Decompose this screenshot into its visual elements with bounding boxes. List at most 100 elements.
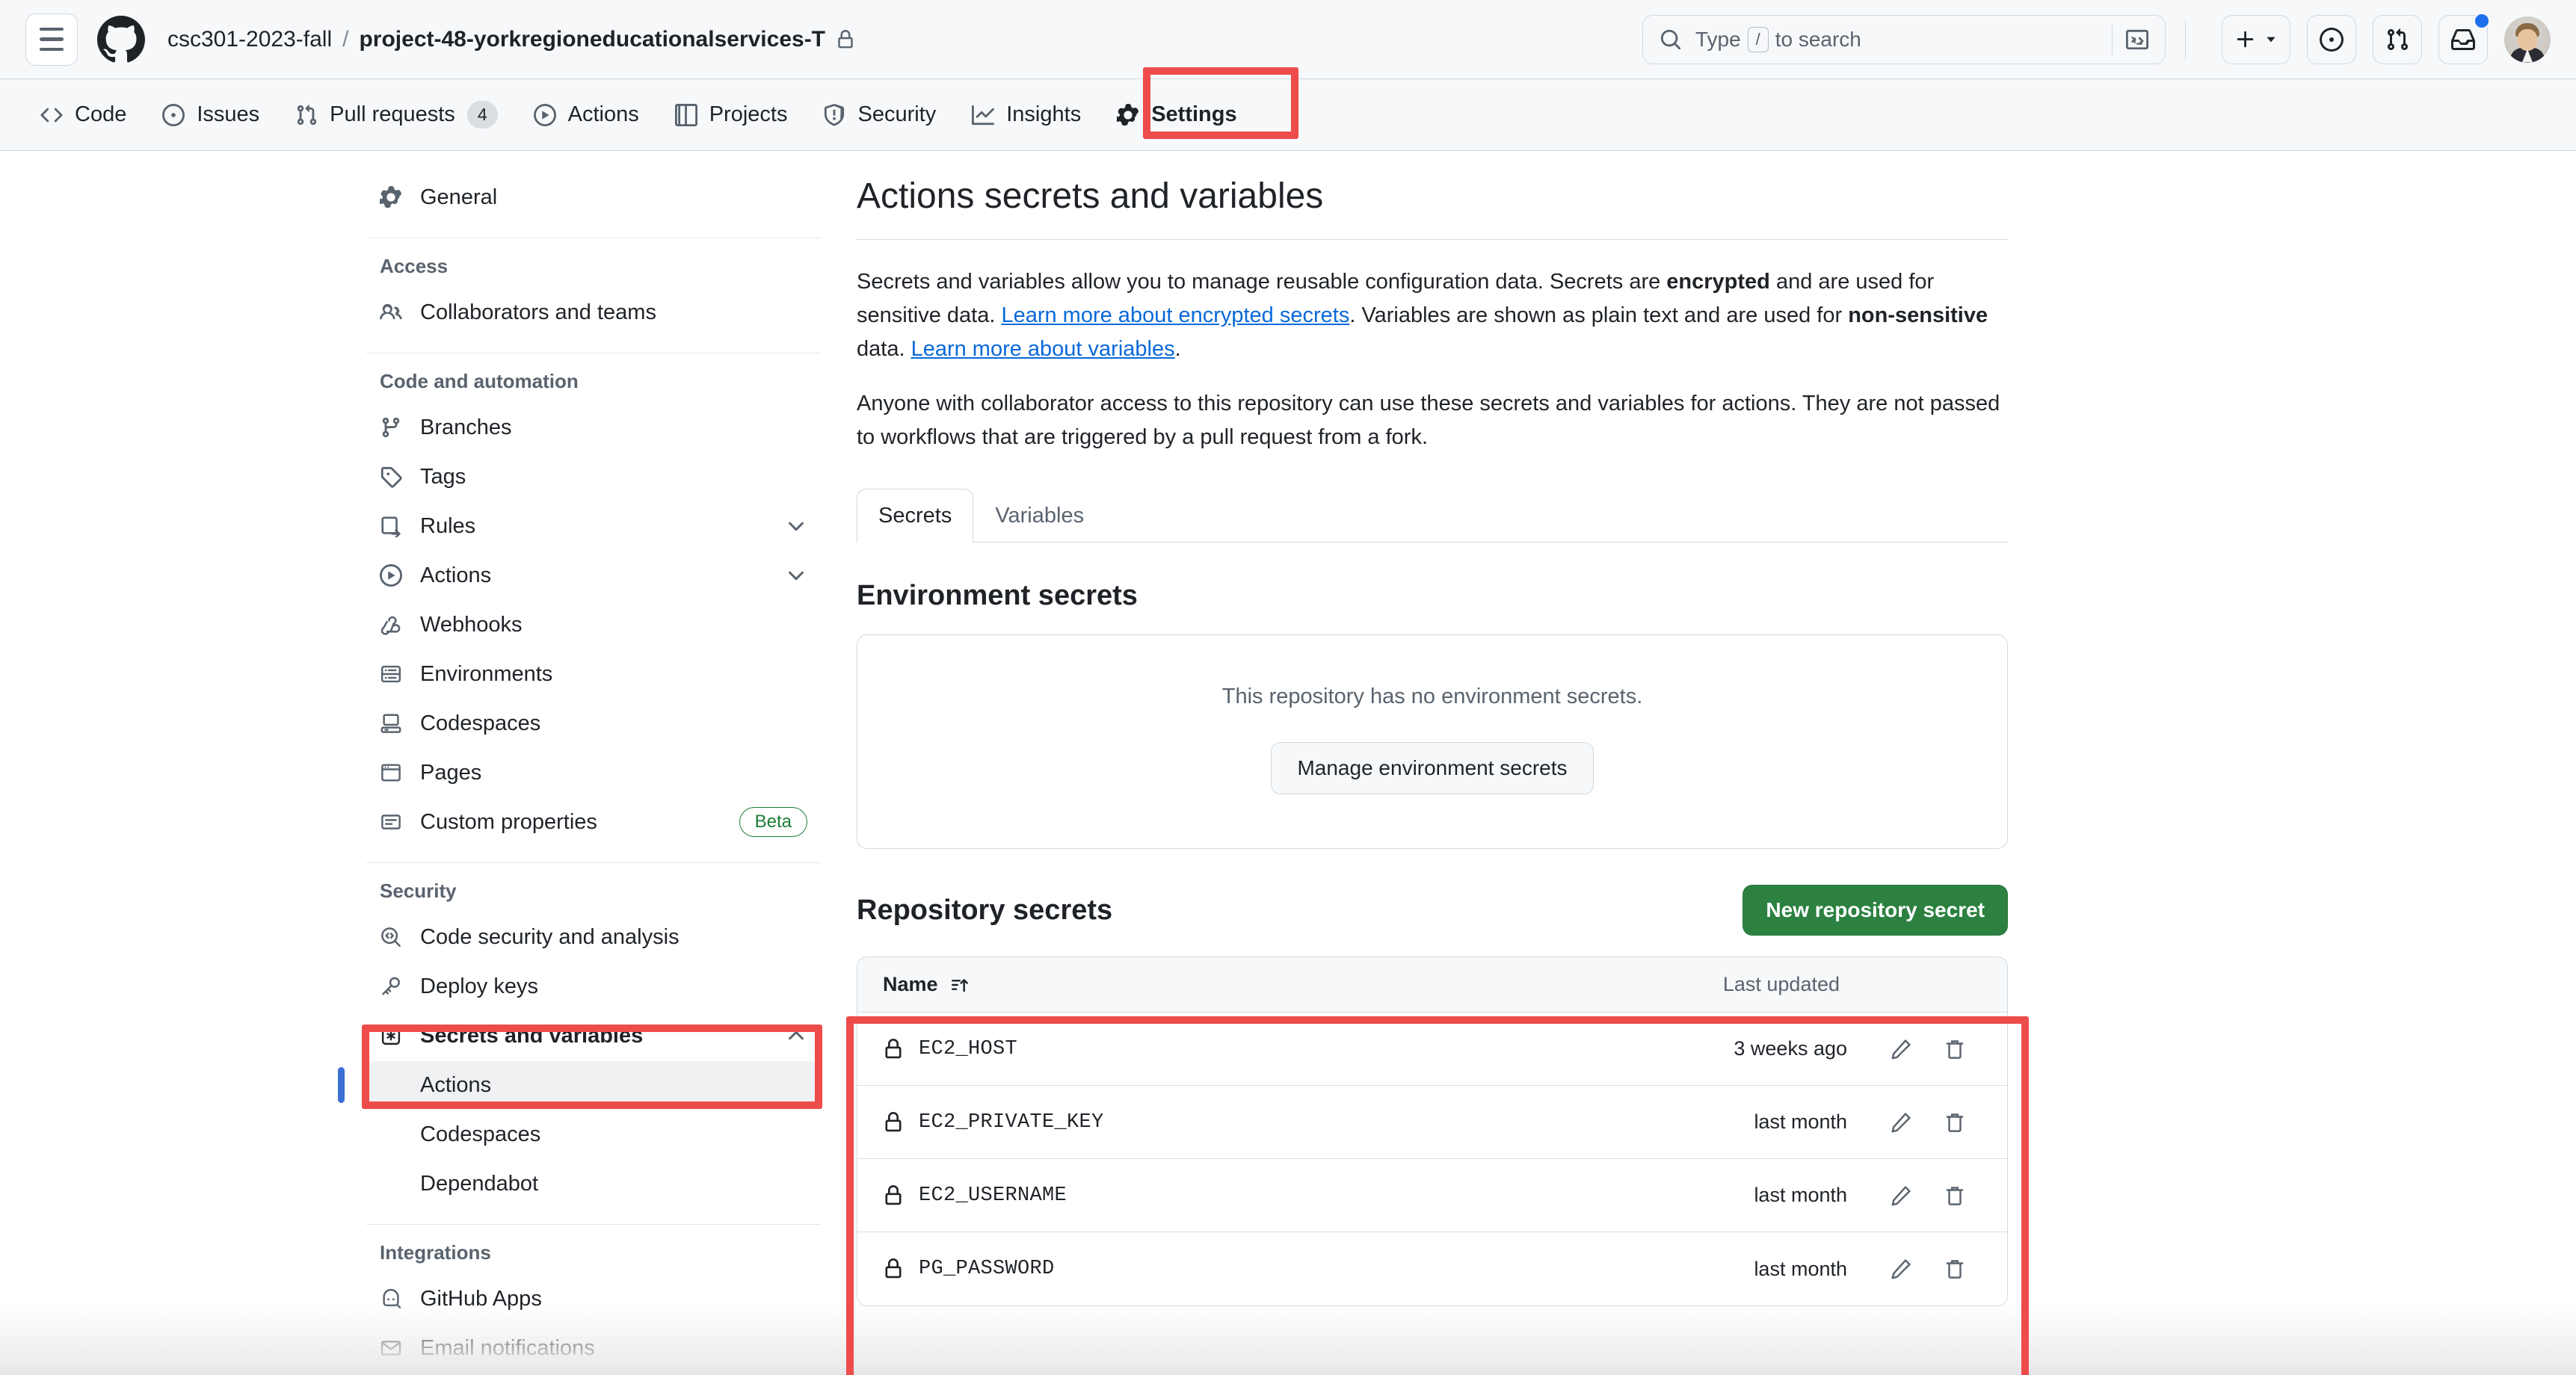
environment-secrets-empty-state: This repository has no environment secre… [857,634,2008,850]
sidebar-item-general[interactable]: General [366,173,821,221]
sort-ascending-icon[interactable] [950,975,970,995]
sidebar-item-codespaces[interactable]: Codespaces [366,699,821,747]
tab-projects[interactable]: Projects [657,89,806,141]
chevron-up-icon[interactable] [785,1025,807,1047]
sidebar-item-actions-label: Actions [420,563,492,587]
git-pull-request-icon [297,104,317,125]
sidebar-item-secrets-and-variables[interactable]: Secrets and variables [366,1012,821,1060]
tab-actions[interactable]: Actions [516,89,657,141]
new-repository-secret-button[interactable]: New repository secret [1743,885,2008,936]
sidebar-item-code-security-and-analysis[interactable]: Code security and analysis [366,913,821,961]
column-header-last-updated: Last updated [1722,973,1840,996]
breadcrumb-owner[interactable]: csc301-2023-fall [167,27,332,52]
notification-indicator-dot [2474,12,2490,29]
tab-variables[interactable]: Variables [973,489,1106,543]
chevron-down-icon[interactable] [785,564,807,587]
settings-sidebar: General Access Collaborators and teams C… [338,173,821,1374]
search-icon [1660,28,1682,51]
breadcrumb-repo[interactable]: project-48-yorkregioneducationalservices… [359,27,825,52]
sidebar-item-pages[interactable]: Pages [366,749,821,797]
intro-text-4: data. [857,337,911,362]
sidebar-item-webhooks-label: Webhooks [420,612,523,637]
trash-icon[interactable] [1928,1111,1982,1134]
play-icon [533,103,556,126]
table-row: EC2_PRIVATE_KEY last month [857,1086,2007,1160]
tab-pull-requests[interactable]: Pull requests 4 [277,89,515,141]
column-header-name-label: Name [883,973,938,996]
tab-settings[interactable]: Settings [1099,89,1254,141]
sidebar-subitem-codespaces[interactable]: Codespaces [366,1110,821,1158]
search-input[interactable]: Type / to search [1642,14,2166,64]
column-header-name[interactable]: Name [883,973,970,996]
tab-security-label: Security [857,102,937,126]
rules-icon [380,515,411,537]
manage-environment-secrets-button[interactable]: Manage environment secrets [1271,742,1594,795]
tab-issues-label: Issues [197,102,260,126]
pencil-icon[interactable] [1874,1111,1928,1134]
tab-insights[interactable]: Insights [954,89,1099,141]
trash-icon[interactable] [1928,1184,1982,1207]
repository-secrets-table: Name Last updated EC2_HOST 3 weeks ago E… [857,957,2008,1307]
pencil-icon[interactable] [1874,1258,1928,1280]
shield-icon [825,103,845,126]
create-new-button[interactable] [2222,14,2290,64]
tab-code[interactable]: Code [22,89,144,141]
sidebar-item-branches[interactable]: Branches [366,404,821,451]
notifications-inbox-button[interactable] [2438,12,2490,64]
git-branch-icon [380,416,411,439]
sidebar-item-codespaces-label: Codespaces [420,711,541,735]
search-placeholder-prefix: Type [1695,27,1741,51]
intro-text-1: Secrets and variables allow you to manag… [857,270,1667,294]
github-logo-icon[interactable] [97,15,145,64]
sidebar-item-tags[interactable]: Tags [366,453,821,501]
link-learn-more-variables[interactable]: Learn more about variables [911,337,1175,361]
sidebar-item-collaborators-and-teams[interactable]: Collaborators and teams [366,288,821,336]
sidebar-item-actions[interactable]: Actions [366,551,821,599]
issues-button[interactable] [2307,14,2356,64]
lock-icon [883,1258,904,1279]
sidebar-heading-code-and-automation: Code and automation [380,370,579,392]
sidebar-divider [366,862,821,863]
secret-name: EC2_HOST [919,1037,1018,1060]
sidebar-item-github-apps[interactable]: GitHub Apps [366,1275,821,1323]
sidebar-item-custom-properties-label: Custom properties [420,809,597,834]
repository-secrets-header: Repository secrets New repository secret [857,885,2008,936]
page-content: General Access Collaborators and teams C… [0,151,2576,1375]
sidebar-item-general-label: General [420,185,498,209]
gear-icon [1117,103,1139,126]
pull-requests-button[interactable] [2373,14,2422,64]
menu-icon[interactable] [25,13,78,66]
trash-icon[interactable] [1928,1038,1982,1060]
search-slash-key: / [1747,26,1769,52]
pencil-icon[interactable] [1874,1038,1928,1060]
avatar[interactable] [2504,16,2551,63]
command-palette-icon[interactable] [2112,24,2148,55]
tab-security[interactable]: Security [805,89,954,141]
sidebar-item-rules[interactable]: Rules [366,502,821,550]
sidebar-subitem-actions[interactable]: Actions [338,1061,821,1109]
sidebar-item-collaborators-label: Collaborators and teams [420,300,656,324]
repository-secrets-title: Repository secrets [857,894,1113,926]
sidebar-subitem-dependabot[interactable]: Dependabot [366,1160,821,1208]
chevron-down-icon[interactable] [785,515,807,537]
tab-issues[interactable]: Issues [144,89,277,141]
secret-name: PG_PASSWORD [919,1258,1055,1281]
intro-bold-encrypted: encrypted [1666,270,1770,294]
sidebar-item-custom-properties[interactable]: Custom properties Beta [366,798,821,846]
sidebar-item-rules-label: Rules [420,513,476,538]
pencil-icon[interactable] [1874,1184,1928,1207]
secret-last-updated: last month [1754,1184,1847,1207]
trash-icon[interactable] [1928,1258,1982,1280]
link-learn-more-encrypted-secrets[interactable]: Learn more about encrypted secrets [1001,303,1349,327]
sidebar-item-deploy-keys[interactable]: Deploy keys [366,962,821,1010]
sidebar-item-email-notifications[interactable]: Email notifications [366,1324,821,1372]
intro-text-3: . Variables are shown as plain text and … [1349,303,1849,328]
code-icon [40,108,63,122]
secret-last-updated: last month [1754,1110,1847,1134]
tab-secrets[interactable]: Secrets [857,489,974,543]
sidebar-heading-security: Security [380,880,457,902]
sidebar-item-webhooks[interactable]: Webhooks [366,601,821,649]
sidebar-item-environments[interactable]: Environments [366,650,821,698]
tab-insights-label: Insights [1006,102,1082,126]
graph-icon [972,105,995,125]
